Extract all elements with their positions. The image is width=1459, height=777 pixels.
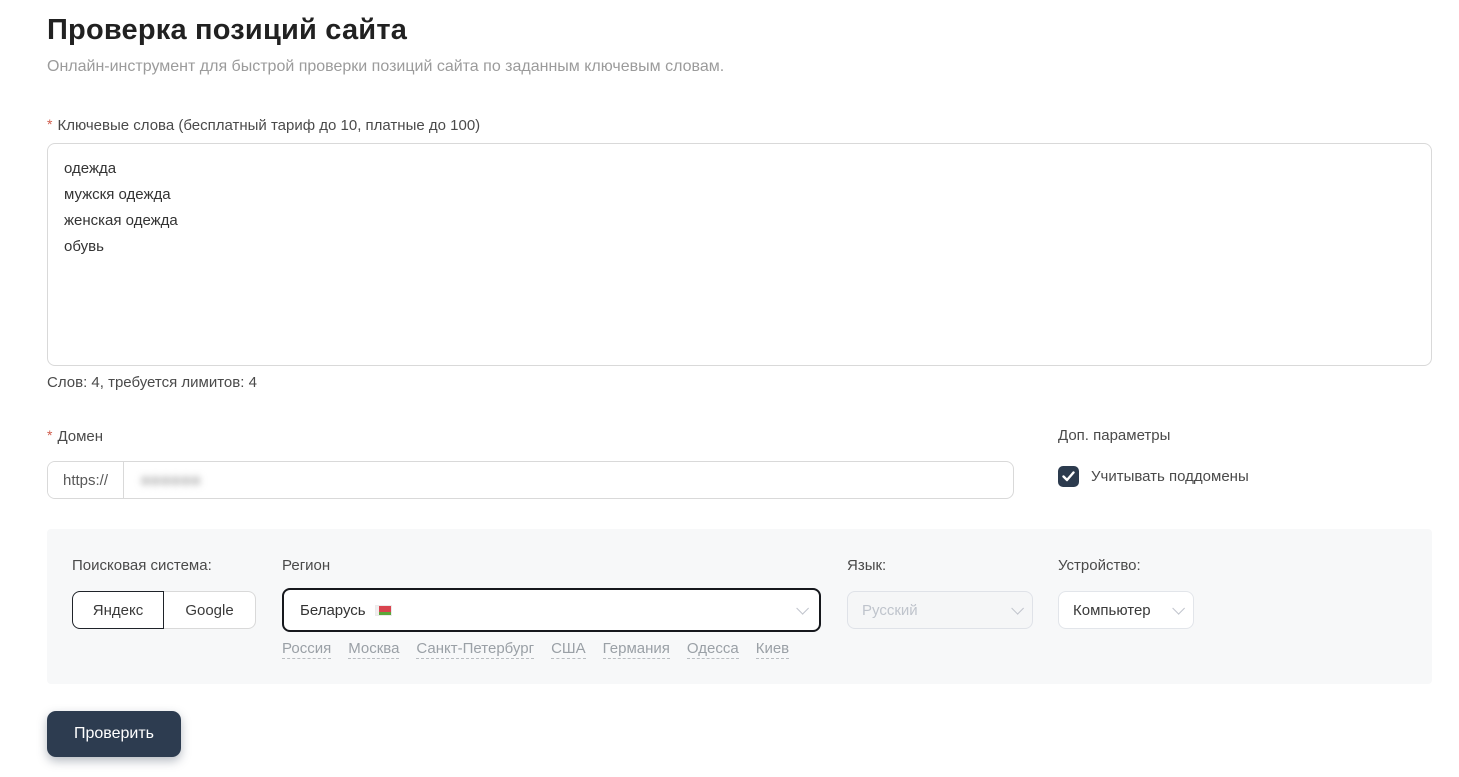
subdomains-checkbox-row[interactable]: Учитывать поддомены: [1058, 466, 1249, 487]
region-shortcut-germany[interactable]: Германия: [602, 640, 670, 659]
language-group: Язык: Русский: [847, 557, 1033, 629]
submit-button[interactable]: Проверить: [47, 711, 182, 757]
page-subtitle: Онлайн-инструмент для быстрой проверки п…: [47, 58, 725, 75]
domain-label-text: Домен: [57, 428, 104, 445]
belarus-flag-icon: [374, 604, 392, 616]
domain-input[interactable]: ●●●●●●: [124, 462, 1013, 498]
region-shortcut-usa[interactable]: США: [551, 640, 586, 659]
keywords-counter: Слов: 4, требуется лимитов: 4: [47, 374, 257, 391]
domain-section: * Домен https:// ●●●●●● Доп. параметры Уч…: [47, 427, 1432, 499]
domain-input-group: https:// ●●●●●●: [47, 461, 1014, 499]
keywords-textarea[interactable]: одежда мужскя одежда женская одежда обув…: [47, 143, 1432, 366]
region-shortcut-kiev[interactable]: Киев: [755, 640, 790, 659]
device-group: Устройство: Компьютер: [1058, 557, 1194, 629]
language-select: Русский: [847, 591, 1033, 629]
position-check-page: Проверка позиций сайта Онлайн-инструмент…: [0, 0, 1459, 757]
region-shortcut-moscow[interactable]: Москва: [348, 640, 400, 659]
page-title: Проверка позиций сайта: [47, 14, 408, 46]
device-selected-value: Компьютер: [1073, 601, 1151, 619]
domain-masked-value: ●●●●●●: [141, 471, 202, 489]
region-selected-value: Беларусь: [300, 601, 366, 619]
extra-params-title: Доп. параметры: [1058, 427, 1171, 444]
keywords-label: * Ключевые слова (бесплатный тариф до 10,…: [47, 116, 1432, 134]
search-settings-panel: Поисковая система: Яндекс Google Регион …: [47, 529, 1432, 684]
keywords-label-text: Ключевые слова (бесплатный тариф до 10, …: [57, 117, 481, 134]
region-label: Регион: [282, 557, 331, 574]
engine-button-yandex[interactable]: Яндекс: [72, 591, 164, 629]
chevron-down-icon: [1172, 601, 1185, 615]
domain-protocol-prefix: https://: [48, 462, 124, 498]
engine-group: Поисковая система: Яндекс Google: [72, 557, 256, 629]
chevron-down-icon: [1011, 601, 1024, 615]
engine-button-google[interactable]: Google: [164, 591, 256, 629]
region-group: Регион Беларусь Россия Москва Санкт-Пете…: [282, 557, 821, 659]
extra-params-block: Доп. параметры Учитывать поддомены: [1058, 427, 1249, 487]
region-shortcut-russia[interactable]: Россия: [282, 640, 332, 659]
subdomains-checkbox-label: Учитывать поддомены: [1091, 468, 1249, 485]
language-selected-value: Русский: [862, 601, 918, 619]
required-asterisk: *: [47, 427, 53, 443]
region-shortcut-odessa[interactable]: Одесса: [686, 640, 739, 659]
chevron-down-icon: [796, 601, 809, 615]
device-label: Устройство:: [1058, 557, 1141, 574]
engine-label: Поисковая система:: [72, 557, 212, 574]
device-select[interactable]: Компьютер: [1058, 591, 1194, 629]
engine-toggle: Яндекс Google: [72, 591, 256, 629]
language-label: Язык:: [847, 557, 887, 574]
region-select[interactable]: Беларусь: [282, 588, 821, 632]
region-shortcut-spb[interactable]: Санкт-Петербург: [416, 640, 535, 659]
required-asterisk: *: [47, 116, 53, 132]
region-shortcuts: Россия Москва Санкт-Петербург США Герман…: [282, 640, 821, 659]
checkbox-checked-icon[interactable]: [1058, 466, 1079, 487]
